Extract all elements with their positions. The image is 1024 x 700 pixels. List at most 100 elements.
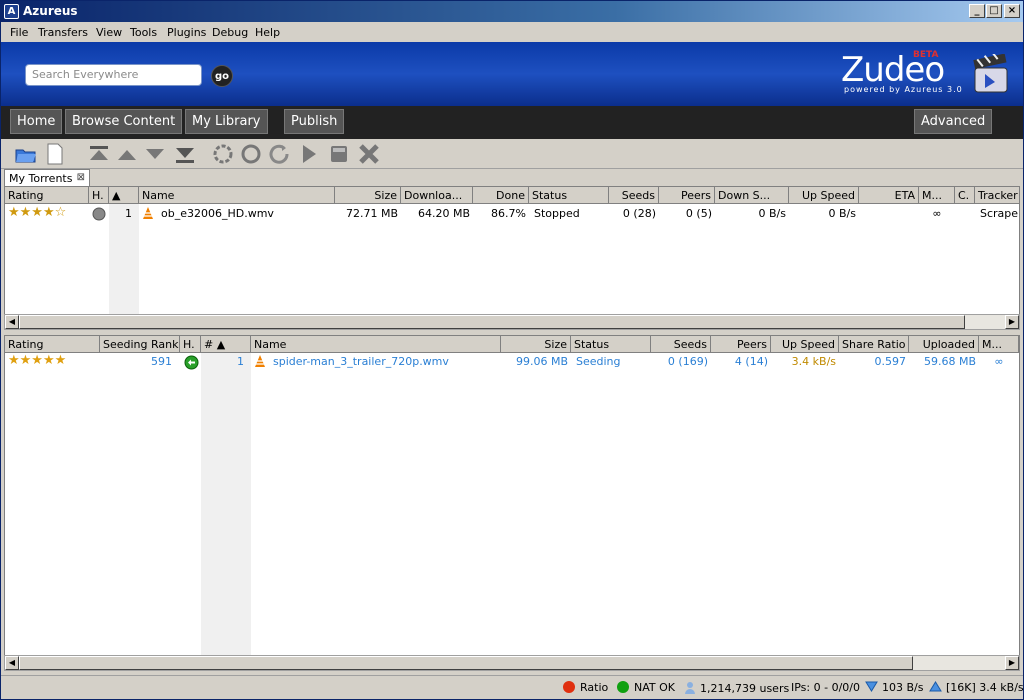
col-sort[interactable]: ▲ [109,187,139,204]
my-library-button[interactable]: My Library [185,109,268,134]
torrent-peers: 0 (5) [685,207,712,220]
start-icon[interactable] [297,142,321,166]
col-rating[interactable]: Rating [5,187,89,204]
col-max[interactable]: M... [979,336,1019,353]
downloading-scrollbar[interactable]: ◀ ▶ [4,314,1020,330]
users-status: 1,214,739 users [684,681,789,695]
logo-tagline: powered by Azureus 3.0 [844,85,963,94]
col-downloaded[interactable]: Downloa... [401,187,473,204]
torrent-seeds: 0 (169) [667,355,708,368]
close-tab-icon[interactable]: ⊠ [77,172,85,183]
window-title: Azureus [23,4,78,18]
torrent-size: 99.06 MB [515,355,568,368]
menu-file[interactable]: File [10,26,28,39]
home-button[interactable]: Home [10,109,63,134]
torrent-up-speed: 0 B/s [828,207,856,220]
col-status[interactable]: Status [571,336,651,353]
torrent-status: Stopped [534,207,580,220]
torrent-seeds: 0 (28) [622,207,656,220]
col-share-ratio[interactable]: Share Ratio [839,336,909,353]
search-input[interactable]: Search Everywhere [25,64,202,86]
col-seeding-rank[interactable]: Seeding Rank [100,336,180,353]
scroll-thumb[interactable] [19,656,913,670]
col-max[interactable]: M... [919,187,955,204]
col-down-speed[interactable]: Down S... [715,187,789,204]
queue-icon[interactable] [211,142,235,166]
table-row[interactable]: ★★★★★ 591 1 spider-man_3_trailer_720p.wm… [5,353,1019,370]
vlc-cone-icon [139,205,157,222]
rating-stars[interactable]: ★★★★☆ [5,205,89,222]
col-c[interactable]: C. [955,187,975,204]
nat-status[interactable]: NAT OK [617,681,675,694]
scroll-right-icon[interactable]: ▶ [1005,315,1019,329]
health-icon [89,205,109,222]
remove-icon[interactable] [357,142,381,166]
col-number-label: # [204,338,214,351]
col-name[interactable]: Name [251,336,501,353]
force-start-icon[interactable] [239,142,263,166]
col-peers[interactable]: Peers [711,336,771,353]
col-health[interactable]: H. [89,187,109,204]
move-up-icon[interactable] [115,142,139,166]
open-folder-icon[interactable] [14,142,38,166]
nav-bar: Home Browse Content My Library Publish A… [1,106,1023,139]
move-bottom-icon[interactable] [173,142,197,166]
menu-debug[interactable]: Debug [212,26,248,39]
col-up-speed[interactable]: Up Speed [789,187,859,204]
maximize-button[interactable]: □ [986,4,1002,18]
col-tracker[interactable]: Tracker S [975,187,1019,204]
ratio-red-icon [563,681,575,693]
go-button[interactable]: go [211,65,233,87]
stop-icon[interactable] [327,142,351,166]
seeding-scrollbar[interactable]: ◀ ▶ [4,655,1020,671]
browse-content-button[interactable]: Browse Content [65,109,183,134]
menu-tools[interactable]: Tools [130,26,157,39]
nat-label: NAT OK [634,681,675,694]
menu-transfers[interactable]: Transfers [38,26,88,39]
menu-bar: File Transfers View Tools Plugins Debug … [1,22,1023,42]
title-bar[interactable]: A Azureus _ □ × [1,1,1023,22]
close-button[interactable]: × [1004,4,1020,18]
scroll-left-icon[interactable]: ◀ [5,656,19,670]
recheck-icon[interactable] [267,142,291,166]
upload-speed-status[interactable]: [16K] 3.4 kB/s [929,681,1024,694]
zudeo-banner: Search Everywhere go Zudeo BETA powered … [1,42,1023,106]
tab-my-torrents[interactable]: My Torrents ⊠ [4,169,90,186]
menu-view[interactable]: View [96,26,122,39]
move-top-icon[interactable] [87,142,111,166]
menu-plugins[interactable]: Plugins [167,26,206,39]
col-seeds[interactable]: Seeds [609,187,659,204]
col-status[interactable]: Status [529,187,609,204]
torrent-max: ∞ [994,355,1004,368]
new-file-icon[interactable] [43,142,67,166]
col-rating[interactable]: Rating [5,336,100,353]
col-peers[interactable]: Peers [659,187,715,204]
col-done[interactable]: Done [473,187,529,204]
scroll-right-icon[interactable]: ▶ [1005,656,1019,670]
col-name[interactable]: Name [139,187,335,204]
table-row[interactable]: ★★★★☆ 1 ob_e32006_HD.wmv 72.71 MB 64.20 … [5,205,1019,222]
nat-ok-icon [617,681,629,693]
col-up-speed[interactable]: Up Speed [771,336,839,353]
scroll-left-icon[interactable]: ◀ [5,315,19,329]
ratio-status[interactable]: Ratio [563,681,608,694]
torrent-size: 72.71 MB [345,207,398,220]
move-down-icon[interactable] [143,142,167,166]
minimize-button[interactable]: _ [969,4,985,18]
publish-button[interactable]: Publish [284,109,345,134]
col-seeds[interactable]: Seeds [651,336,711,353]
menu-help[interactable]: Help [255,26,280,39]
tab-label: My Torrents [9,172,73,185]
col-health[interactable]: H. [180,336,201,353]
col-size[interactable]: Size [335,187,401,204]
col-number[interactable]: # ▲ [201,336,251,353]
advanced-button[interactable]: Advanced [914,109,993,134]
torrent-done: 86.7% [491,207,526,220]
download-speed-status[interactable]: 103 B/s [865,681,923,694]
col-size[interactable]: Size [501,336,571,353]
col-uploaded[interactable]: Uploaded [909,336,979,353]
col-eta[interactable]: ETA [859,187,919,204]
rating-stars[interactable]: ★★★★★ [5,353,100,370]
torrent-name: ob_e32006_HD.wmv [161,207,274,220]
scroll-thumb[interactable] [19,315,965,329]
